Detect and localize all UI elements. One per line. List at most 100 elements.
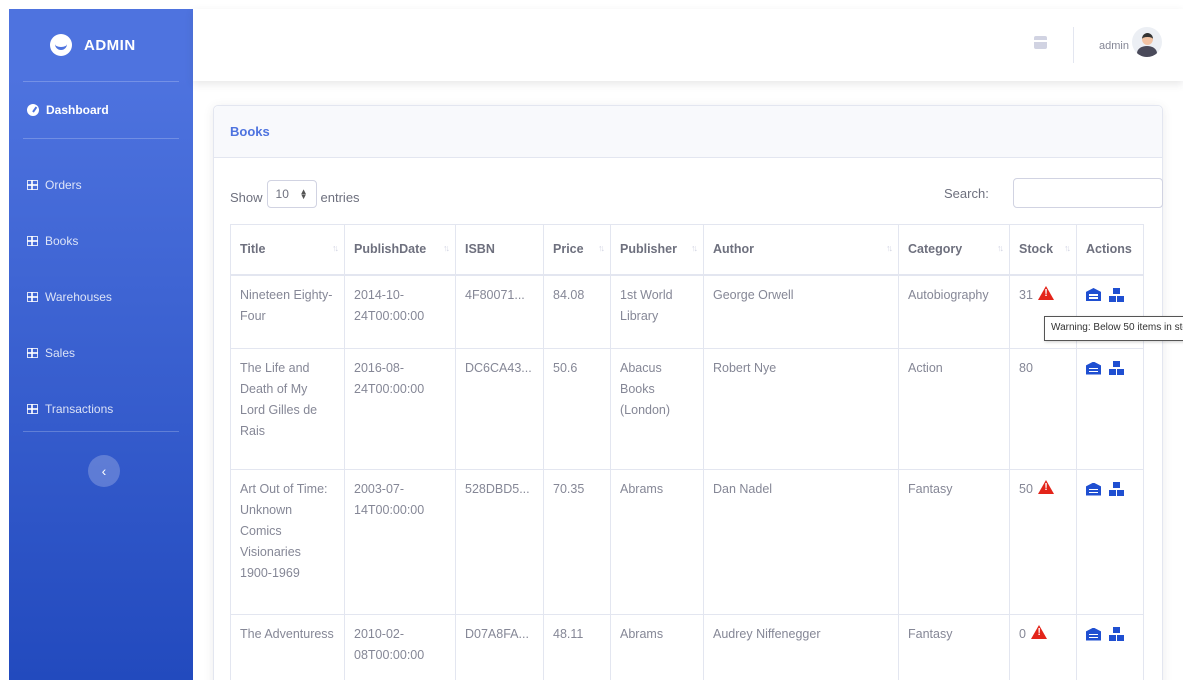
cell-publisher: Abrams [610,469,704,615]
table-row: Art Out of Time: Unknown Comics Visionar… [230,469,1144,615]
sort-icon: ↑↓ [598,243,605,253]
cell-price: 50.6 [543,348,611,470]
warning-tooltip: Warning: Below 50 items in stock [1044,316,1183,341]
column-header-author[interactable]: Author ↑↓ [703,224,899,276]
cell-actions [1076,469,1144,615]
warehouse-icon[interactable] [1086,288,1101,301]
sort-icon: ↑↓ [332,243,339,253]
cell-publish-date: 2003-07-14T00:00:00 [344,469,456,615]
sidebar-item-label: Sales [45,346,76,360]
search-label: Search: [944,186,989,201]
column-header-publishdate[interactable]: PublishDate ↑↓ [344,224,456,276]
cell-category: Action [898,348,1010,470]
tachometer-icon [27,104,39,116]
column-header-price[interactable]: Price ↑↓ [543,224,611,276]
warning-icon[interactable] [1038,285,1055,300]
table-icon [27,236,38,246]
store-icon[interactable] [1034,36,1047,49]
column-header-title[interactable]: Title ↑↓ [230,224,345,276]
chevron-left-icon: ‹ [101,463,107,479]
cell-stock: 50 [1009,469,1077,615]
card-title: Books [230,124,270,139]
cell-price: 70.35 [543,469,611,615]
boxes-icon[interactable] [1109,287,1124,302]
avatar-head [1142,33,1153,45]
search-input[interactable] [1013,178,1163,208]
sort-icon: ↑↓ [997,243,1004,253]
avatar-body [1137,46,1157,57]
column-header-category[interactable]: Category ↑↓ [898,224,1010,276]
sidebar-item-orders[interactable]: Orders [9,157,193,213]
cell-isbn: 4F80071... [455,274,544,349]
sort-icon: ↑↓ [443,243,450,253]
user-name[interactable]: admin [1099,40,1129,52]
table-icon [27,180,38,190]
brand-text: ADMIN [84,36,136,54]
laugh-icon [50,34,72,56]
cell-author: George Orwell [703,274,899,349]
cell-publisher: Abrams [610,614,704,680]
sidebar-item-label: Transactions [45,402,114,416]
column-header-actions: Actions [1076,224,1144,276]
cell-publisher: Abacus Books (London) [610,348,704,470]
warning-icon[interactable] [1031,625,1048,639]
table-row: Nineteen Eighty-Four 2014-10-24T00:00:00… [230,274,1144,349]
cell-title: Art Out of Time: Unknown Comics Visionar… [230,469,345,615]
cell-author: Robert Nye [703,348,899,470]
cell-title: The Life and Death of My Lord Gilles de … [230,348,345,470]
books-card: Books Show 10 ▲ ▼ entries Search: Title ↑↓ [213,105,1163,680]
warning-icon[interactable] [1038,480,1055,494]
column-header-stock[interactable]: Stock ↑↓ [1009,224,1077,276]
table-icon [27,292,38,302]
warehouse-icon[interactable] [1086,362,1101,375]
sidebar-item-label: Warehouses [45,290,112,304]
cell-price: 48.11 [543,614,611,680]
sort-icon: ↑↓ [691,243,698,253]
topbar: admin [193,9,1183,81]
boxes-icon[interactable] [1109,361,1124,375]
sidebar: ADMIN Dashboard Orders Books Warehouses … [9,9,193,680]
sidebar-item-label: Books [45,234,79,248]
entries-label: entries [320,189,360,205]
column-header-publisher[interactable]: Publisher ↑↓ [610,224,704,276]
avatar[interactable] [1132,27,1162,57]
warehouse-icon[interactable] [1086,628,1101,641]
app-root: ADMIN Dashboard Orders Books Warehouses … [0,0,1183,680]
sort-icon: ↑↓ [1064,243,1071,253]
table-controls: Show 10 ▲ ▼ entries Search: [230,178,1163,210]
column-header-isbn[interactable]: ISBN [455,224,544,276]
sidebar-item-warehouses[interactable]: Warehouses [9,269,193,325]
sidebar-item-dashboard[interactable]: Dashboard [9,82,193,138]
warehouse-icon[interactable] [1086,483,1101,496]
cell-title: Nineteen Eighty-Four [230,274,345,349]
sidebar-brand[interactable]: ADMIN [9,9,193,81]
cell-stock: 0 [1009,614,1077,680]
cell-publisher: 1st World Library [610,274,704,349]
table-icon [27,404,38,414]
sidebar-divider [23,431,179,432]
cell-publish-date: 2016-08-24T00:00:00 [344,348,456,470]
cell-stock: 80 [1009,348,1077,470]
entries-select[interactable]: 10 ▲ ▼ [266,180,317,208]
table-header-row: Title ↑↓ PublishDate ↑↓ ISBN Price ↑↓ Publi… [230,224,1144,276]
cell-actions [1076,348,1144,470]
cell-title: The Adventuress [230,614,345,680]
card-header: Books [214,106,1162,158]
topbar-divider [1073,27,1074,63]
cell-price: 84.08 [543,274,611,349]
table-row: The Adventuress 2010-02-08T00:00:00 D07A… [230,614,1144,680]
show-label: Show [230,189,263,205]
cell-publish-date: 2014-10-24T00:00:00 [344,274,456,349]
cell-publish-date: 2010-02-08T00:00:00 [344,614,456,680]
sidebar-item-label: Orders [45,178,82,192]
boxes-icon[interactable] [1109,627,1124,641]
length-control: Show 10 ▲ ▼ entries [230,180,360,208]
sort-arrows-icon: ▲ ▼ [299,187,308,201]
sidebar-toggle-button[interactable]: ‹ [88,455,120,487]
boxes-icon[interactable] [1109,482,1124,496]
cell-isbn: D07A8FA... [455,614,544,680]
stock-value: 31 [1019,287,1033,302]
sidebar-item-sales[interactable]: Sales [9,325,193,381]
sidebar-item-transactions[interactable]: Transactions [9,381,193,437]
sidebar-item-books[interactable]: Books [9,213,193,269]
